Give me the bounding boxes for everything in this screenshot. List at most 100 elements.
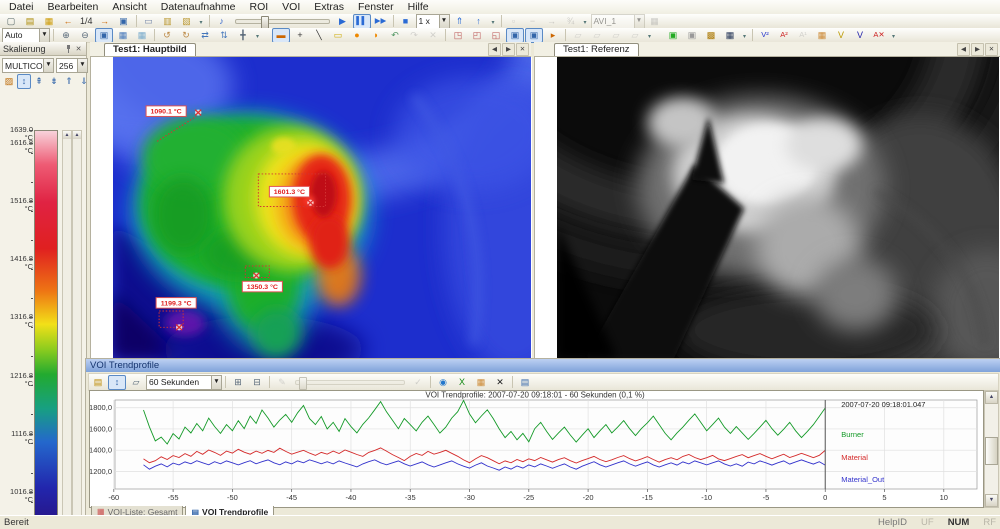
voi-grid-icon[interactable]: ▦ — [813, 28, 831, 43]
roi-delete-icon[interactable]: ✕ — [424, 28, 442, 43]
playback-speed-select[interactable]: 1 x▼ — [416, 14, 450, 29]
menu-datenaufnahme[interactable]: Datenaufnahme — [154, 0, 243, 14]
slider-thumb[interactable] — [299, 377, 307, 390]
flip-vertical-icon[interactable]: ⇅ — [215, 28, 233, 43]
arrow-up-icon[interactable]: ▲ — [985, 391, 998, 404]
avi-export-icon[interactable]: ▦ — [646, 14, 664, 29]
pause-icon[interactable]: ▌▌ — [353, 14, 371, 29]
image-overflow-icon[interactable]: ▾ — [740, 29, 749, 42]
pan-icon[interactable]: ╋ — [234, 28, 252, 43]
arrow-up-icon[interactable]: ▲ — [73, 131, 81, 139]
excel-export-icon[interactable]: X — [453, 375, 471, 390]
roi-new-icon[interactable]: ▬ — [272, 28, 290, 43]
trend-zoom-icon[interactable]: ▱ — [127, 375, 145, 390]
export-image-icon[interactable]: ▧ — [178, 14, 196, 29]
next-sequence-icon[interactable]: → — [543, 14, 561, 29]
next-file-icon[interactable]: → — [96, 14, 114, 29]
zoom-in-icon[interactable]: ⊕ — [57, 28, 75, 43]
save-icon[interactable]: ▣ — [115, 14, 133, 29]
menu-bearbeiten[interactable]: Bearbeiten — [41, 0, 106, 14]
last-frame-icon[interactable]: ↑ — [470, 14, 488, 29]
menu-hilfe[interactable]: Hilfe — [401, 0, 436, 14]
voi-overflow-icon[interactable]: ▾ — [889, 29, 898, 42]
tab-hauptbild[interactable]: Test1: Hauptbild — [104, 43, 196, 56]
tab-close-icon[interactable]: ✕ — [516, 43, 529, 56]
roi-undo-icon[interactable]: ↶ — [386, 28, 404, 43]
autoscale-toggle-icon[interactable]: ↕ — [17, 74, 31, 89]
trend-print-icon[interactable]: ▤ — [516, 375, 534, 390]
roi-overflow-icon[interactable]: ▾ — [645, 29, 654, 42]
roi-export-icon[interactable]: ◰ — [468, 28, 486, 43]
roi-ellipse-icon[interactable]: ● — [348, 28, 366, 43]
tab-close-icon[interactable]: ✕ — [985, 43, 998, 56]
roi-front-icon[interactable]: ▱ — [607, 28, 625, 43]
timeline-slider[interactable] — [235, 16, 330, 27]
ratio-icon[interactable]: ¾ — [562, 14, 580, 29]
roi-back-icon[interactable]: ▱ — [626, 28, 644, 43]
tab-prev-icon[interactable]: ◀ — [957, 43, 970, 56]
tab-next-icon[interactable]: ▶ — [502, 43, 515, 56]
roi-out-icon[interactable]: ▣ — [525, 28, 543, 43]
fast-forward-icon[interactable]: ▶▶ — [372, 14, 390, 29]
trend-zoom-out-icon[interactable]: ⊟ — [248, 375, 266, 390]
levels-select[interactable]: 256▼ — [56, 58, 88, 73]
reference-image[interactable] — [557, 57, 999, 358]
roi-up-icon[interactable]: ▱ — [569, 28, 587, 43]
trend-zoom-in-icon[interactable]: ⊞ — [229, 375, 247, 390]
roi-next-icon[interactable]: ▸ — [544, 28, 562, 43]
image-window-icon[interactable]: ▦ — [114, 28, 132, 43]
show-all-icon[interactable]: ▣ — [664, 28, 682, 43]
sequence-overflow-icon[interactable]: ▾ — [581, 15, 590, 28]
copy-image-icon[interactable]: ▭ — [140, 14, 158, 29]
roi-line-icon[interactable]: ╲ — [310, 28, 328, 43]
scale-min-icon[interactable]: ⇟ — [47, 74, 61, 89]
roi-redo-icon[interactable]: ↷ — [405, 28, 423, 43]
trend-chart[interactable]: -60-55-50-45-40-35-30-25-20-15-10-505101… — [89, 390, 984, 508]
scale-shrink-icon[interactable]: ⇓ — [77, 74, 91, 89]
menu-datei[interactable]: Datei — [2, 0, 41, 14]
thermal-image[interactable]: 1090.1 °C 1601.3 °C 1350.3 °C 1199.3 °C — [113, 57, 531, 358]
menu-fenster[interactable]: Fenster — [351, 0, 401, 14]
color-scale-bar[interactable] — [34, 130, 58, 529]
voi-delete-icon[interactable]: A✕ — [870, 28, 888, 43]
voi-auto-icon[interactable]: A¹ — [794, 28, 812, 43]
palette-select[interactable]: MULTICOLOR▼ — [2, 58, 54, 73]
interval-select[interactable]: 60 Sekunden▼ — [146, 375, 222, 390]
snapshot-icon[interactable]: ▥ — [159, 14, 177, 29]
file-overflow-icon[interactable]: ▾ — [197, 15, 206, 28]
roi-import-icon[interactable]: ◳ — [449, 28, 467, 43]
playback-overflow-icon[interactable]: ▾ — [489, 15, 498, 28]
trend-scrollbar[interactable]: ▲ ▼ — [984, 390, 999, 508]
scale-expand-icon[interactable]: ⇑ — [62, 74, 76, 89]
tab-prev-icon[interactable]: ◀ — [488, 43, 501, 56]
roi-shift-icon[interactable]: ◱ — [487, 28, 505, 43]
close-icon[interactable]: ✕ — [74, 45, 83, 53]
overlay-window-icon[interactable]: ▦ — [133, 28, 151, 43]
trend-view-icon[interactable]: ◉ — [434, 375, 452, 390]
legend-material_out[interactable]: Material_Out — [841, 475, 885, 484]
voi-add-icon[interactable]: V² — [756, 28, 774, 43]
tab-referenz[interactable]: Test1: Referenz — [554, 43, 639, 56]
scale-max-icon[interactable]: ⇞ — [32, 74, 46, 89]
legend-burner[interactable]: Burner — [841, 430, 864, 439]
matrix-icon[interactable]: ▦ — [721, 28, 739, 43]
link-sequence-icon[interactable]: ▫ — [505, 14, 523, 29]
play-icon[interactable]: ▶ — [334, 14, 352, 29]
report-icon[interactable]: ▤ — [21, 14, 39, 29]
zoom-out-icon[interactable]: ⊖ — [76, 28, 94, 43]
flip-horizontal-icon[interactable]: ⇄ — [196, 28, 214, 43]
voi-list-icon[interactable]: V — [851, 28, 869, 43]
roi-rect-icon[interactable]: ▭ — [329, 28, 347, 43]
fit-window-icon[interactable]: ▣ — [95, 28, 113, 43]
table-view-icon[interactable]: ▦ — [472, 375, 490, 390]
menu-ansicht[interactable]: Ansicht — [105, 0, 153, 14]
trend-apply-icon[interactable]: ✓ — [409, 375, 427, 390]
trend-panel-header[interactable]: VOI Trendprofile — [86, 359, 1000, 372]
trend-delete-icon[interactable]: ✕ — [491, 375, 509, 390]
scale-mode-select[interactable]: Auto▼ — [2, 28, 50, 43]
voi-alarm-icon[interactable]: A² — [775, 28, 793, 43]
voi-show-icon[interactable]: V — [832, 28, 850, 43]
hide-all-icon[interactable]: ▣ — [683, 28, 701, 43]
trend-autoscale-icon[interactable]: ↕ — [108, 375, 126, 390]
prev-sequence-icon[interactable]: − — [524, 14, 542, 29]
